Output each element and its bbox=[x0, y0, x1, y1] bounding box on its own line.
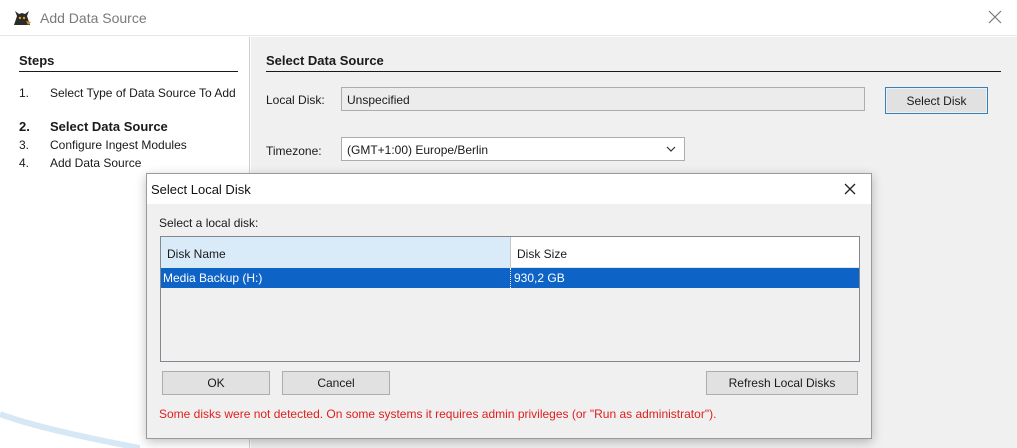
cancel-button[interactable]: Cancel bbox=[282, 371, 390, 395]
table-header: Disk Name Disk Size bbox=[161, 237, 859, 268]
column-header-disk-size[interactable]: Disk Size bbox=[511, 237, 859, 268]
step-label: Select Type of Data Source To Add bbox=[50, 86, 236, 100]
window-title: Add Data Source bbox=[40, 10, 147, 26]
disk-table: Disk Name Disk Size Media Backup (H:) 93… bbox=[160, 236, 860, 362]
divider bbox=[19, 71, 238, 72]
ok-button[interactable]: OK bbox=[162, 371, 270, 395]
step-number: 3. bbox=[19, 138, 30, 152]
close-icon[interactable] bbox=[987, 9, 1003, 25]
local-disk-label: Local Disk: bbox=[266, 93, 325, 107]
step-label: Add Data Source bbox=[50, 156, 142, 170]
dialog-prompt: Select a local disk: bbox=[159, 216, 259, 230]
local-disk-field: Unspecified bbox=[341, 87, 865, 111]
step-number: 4. bbox=[19, 156, 30, 170]
refresh-local-disks-button[interactable]: Refresh Local Disks bbox=[706, 371, 858, 395]
close-icon[interactable] bbox=[843, 182, 857, 196]
warning-message: Some disks were not detected. On some sy… bbox=[159, 407, 717, 421]
step-number: 2. bbox=[19, 119, 30, 134]
window-titlebar: Add Data Source bbox=[0, 0, 1017, 36]
content-title: Select Data Source bbox=[266, 53, 384, 68]
dialog-title: Select Local Disk bbox=[151, 182, 251, 197]
step-label: Select Data Source bbox=[50, 119, 168, 134]
disk-size-cell: 930,2 GB bbox=[514, 271, 565, 285]
divider bbox=[266, 71, 1001, 72]
decorative-swoosh bbox=[0, 411, 140, 448]
app-icon bbox=[14, 11, 31, 25]
step-label: Configure Ingest Modules bbox=[50, 138, 187, 152]
table-row[interactable]: Media Backup (H:) 930,2 GB bbox=[161, 268, 859, 288]
step-number: 1. bbox=[19, 86, 30, 100]
dialog-titlebar: Select Local Disk bbox=[147, 174, 871, 204]
timezone-label: Timezone: bbox=[266, 144, 322, 158]
chevron-down-icon bbox=[666, 146, 676, 152]
disk-name-cell: Media Backup (H:) bbox=[161, 268, 511, 288]
timezone-select[interactable]: (GMT+1:00) Europe/Berlin bbox=[341, 137, 685, 161]
steps-title: Steps bbox=[19, 53, 55, 68]
timezone-value: (GMT+1:00) Europe/Berlin bbox=[347, 143, 489, 157]
select-local-disk-dialog: Select Local Disk Select a local disk: D… bbox=[146, 173, 872, 439]
select-disk-button[interactable]: Select Disk bbox=[885, 87, 988, 114]
column-header-disk-name[interactable]: Disk Name bbox=[161, 237, 511, 268]
